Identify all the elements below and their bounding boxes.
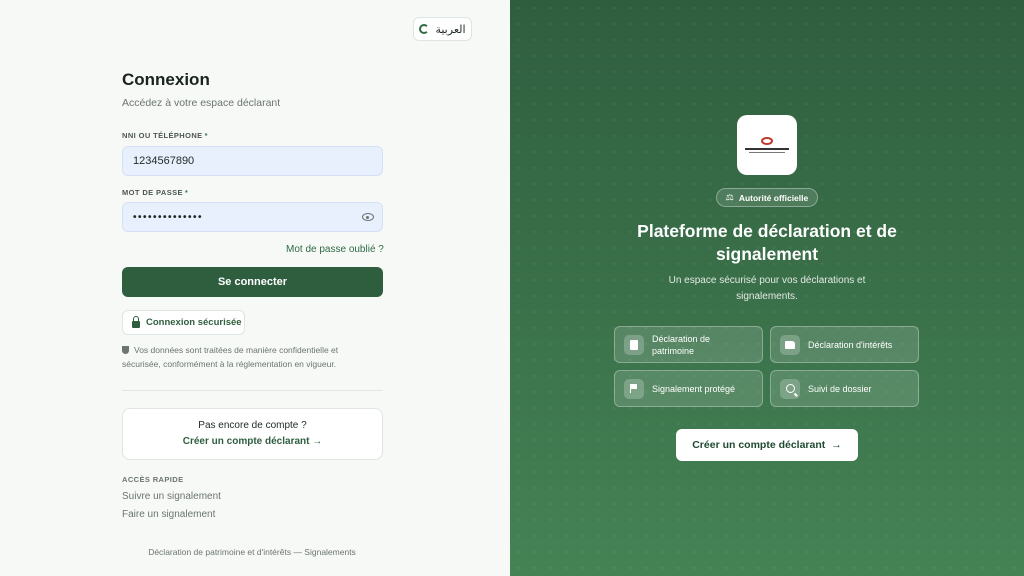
password-value: ••••••••••••••	[133, 211, 204, 223]
document-icon	[624, 334, 644, 355]
create-account-button[interactable]: Créer un compte déclarant →	[676, 429, 858, 461]
quick-link-make-report[interactable]: Faire un signalement	[122, 509, 215, 520]
required-mark: *	[204, 131, 208, 140]
password-label-text: MOT DE PASSE	[122, 188, 183, 197]
page-subtitle: Accédez à votre espace déclarant	[122, 97, 281, 109]
hero-title: Plateforme de déclaration et de signalem…	[637, 221, 897, 264]
eye-icon[interactable]	[362, 213, 374, 221]
signup-card: Pas encore de compte ? Créer un compte d…	[122, 408, 383, 460]
secure-connection-badge: Connexion sécurisée	[122, 310, 245, 335]
hero-panel: ⚖ Autorité officielle Plateforme de décl…	[510, 0, 1024, 576]
login-button[interactable]: Se connecter	[122, 267, 383, 297]
quick-link-track-report[interactable]: Suivre un signalement	[122, 491, 221, 502]
feature-case-tracking[interactable]: Suivi de dossier	[770, 370, 919, 407]
globe-icon	[419, 24, 430, 34]
footer-text: Déclaration de patrimoine et d'intérêts …	[148, 547, 356, 557]
cta-label: Créer un compte déclarant	[692, 439, 826, 451]
shield-icon	[122, 346, 129, 354]
arrow-right-icon: →	[312, 436, 323, 447]
feature-label: Suivi de dossier	[808, 383, 872, 394]
id-input[interactable]: 1234567890	[122, 146, 383, 176]
privacy-notice: Vos données sont traitées de manière con…	[122, 343, 372, 371]
footer: Déclaration de patrimoine et d'intérêts …	[0, 547, 510, 557]
quick-access-title: ACCÈS RAPIDE	[122, 475, 184, 484]
id-label-text: NNI OU TÉLÉPHONE	[122, 131, 203, 140]
required-mark: *	[184, 188, 189, 197]
authority-label: Autorité officielle	[738, 192, 809, 203]
create-account-link[interactable]: Créer un compte déclarant →	[123, 436, 382, 447]
id-field-label: NNI OU TÉLÉPHONE *	[122, 131, 208, 140]
login-panel: العربية Connexion Accédez à votre espace…	[0, 0, 510, 576]
privacy-text: Vos données sont traitées de manière con…	[122, 345, 339, 369]
page-title: Connexion	[122, 70, 210, 89]
arrow-right-icon: →	[831, 439, 842, 451]
institution-logo	[737, 115, 797, 175]
password-input[interactable]: ••••••••••••••	[122, 202, 383, 232]
feature-label: Signalement protégé	[652, 383, 736, 394]
logo-line	[749, 152, 785, 153]
official-authority-badge: ⚖ Autorité officielle	[716, 188, 818, 207]
create-account-label: Créer un compte déclarant	[182, 436, 310, 447]
feature-label: Déclaration de patrimoine	[652, 333, 711, 356]
logo-line	[745, 148, 789, 150]
language-label: العربية	[435, 23, 466, 36]
signup-question: Pas encore de compte ?	[198, 420, 307, 431]
scale-icon: ⚖	[725, 192, 734, 202]
divider	[122, 390, 383, 391]
emblem-icon	[761, 137, 773, 145]
flag-icon	[624, 378, 644, 399]
lock-icon	[132, 315, 140, 328]
feature-label: Déclaration d'intérêts	[808, 339, 893, 350]
password-field-label: MOT DE PASSE *	[122, 188, 188, 197]
folder-icon	[780, 334, 800, 355]
feature-protected-report[interactable]: Signalement protégé	[614, 370, 763, 407]
feature-asset-declaration[interactable]: Déclaration de patrimoine	[614, 326, 763, 363]
forgot-password-link[interactable]: Mot de passe oublié ?	[286, 244, 384, 255]
hero-subtitle: Un espace sécurisé pour vos déclarations…	[668, 275, 866, 302]
secure-label: Connexion sécurisée	[146, 317, 242, 328]
search-icon	[780, 378, 800, 399]
language-toggle-button[interactable]: العربية	[413, 17, 472, 41]
feature-interest-declaration[interactable]: Déclaration d'intérêts	[770, 326, 919, 363]
